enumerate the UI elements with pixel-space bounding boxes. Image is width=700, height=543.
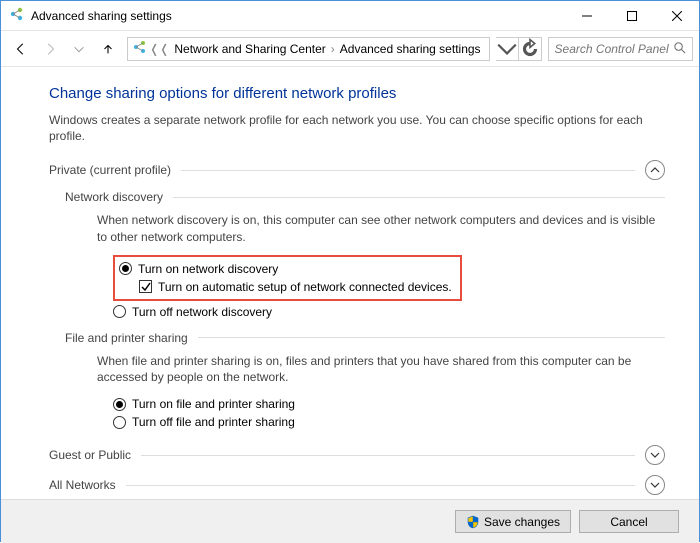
radio-label: Turn on network discovery: [138, 260, 278, 278]
cancel-button[interactable]: Cancel: [579, 510, 679, 533]
search-input[interactable]: [555, 42, 669, 56]
highlight-annotation: Turn on network discovery Turn on automa…: [113, 255, 462, 301]
subsection-file-printer-sharing: File and printer sharing: [49, 331, 665, 345]
footer: Save changes Cancel: [1, 499, 699, 543]
network-sharing-icon: [9, 6, 25, 25]
checkbox-label: Turn on automatic setup of network conne…: [158, 278, 452, 296]
uac-shield-icon: [466, 515, 480, 529]
radio-icon[interactable]: [113, 305, 126, 318]
breadcrumb-item[interactable]: Network and Sharing Center: [170, 42, 329, 56]
search-box[interactable]: [548, 37, 693, 61]
expand-icon[interactable]: [645, 445, 665, 465]
address-bar[interactable]: ❬❬ Network and Sharing Center › Advanced…: [127, 37, 489, 61]
radio-label: Turn off network discovery: [132, 303, 272, 321]
expand-icon[interactable]: [645, 475, 665, 495]
page-description: Windows creates a separate network profi…: [49, 112, 665, 144]
radio-icon[interactable]: [113, 398, 126, 411]
radio-label: Turn on file and printer sharing: [132, 395, 295, 413]
recent-locations-button[interactable]: [65, 36, 92, 62]
button-label: Save changes: [484, 515, 560, 529]
maximize-button[interactable]: [609, 1, 654, 30]
subsection-label: Network discovery: [65, 190, 163, 204]
page-heading: Change sharing options for different net…: [49, 85, 665, 102]
section-guest-public-header[interactable]: Guest or Public: [49, 445, 665, 465]
section-label: Guest or Public: [49, 448, 131, 462]
minimize-button[interactable]: [564, 1, 609, 30]
network-discovery-description: When network discovery is on, this compu…: [49, 212, 665, 244]
radio-label: Turn off file and printer sharing: [132, 413, 295, 431]
file-printer-description: When file and printer sharing is on, fil…: [49, 353, 665, 385]
breadcrumb-separator: ❬❬: [148, 42, 170, 56]
subsection-label: File and printer sharing: [65, 331, 188, 345]
radio-icon[interactable]: [113, 416, 126, 429]
refresh-button[interactable]: [519, 38, 541, 60]
radio-turn-on-file-printer-sharing[interactable]: Turn on file and printer sharing: [113, 395, 665, 413]
forward-button: [36, 36, 63, 62]
network-sharing-icon: [132, 39, 148, 58]
radio-turn-on-network-discovery[interactable]: Turn on network discovery: [119, 260, 452, 278]
titlebar: Advanced sharing settings: [1, 1, 699, 31]
up-button[interactable]: [94, 36, 121, 62]
radio-turn-off-file-printer-sharing[interactable]: Turn off file and printer sharing: [113, 413, 665, 431]
close-button[interactable]: [654, 1, 699, 30]
back-button[interactable]: [7, 36, 34, 62]
checkbox-icon[interactable]: [139, 280, 152, 293]
address-history-button[interactable]: [496, 38, 518, 60]
search-icon[interactable]: [673, 41, 686, 57]
content-area: Change sharing options for different net…: [1, 67, 699, 499]
radio-turn-off-network-discovery[interactable]: Turn off network discovery: [113, 303, 665, 321]
section-label: All Networks: [49, 478, 116, 492]
breadcrumb-item[interactable]: Advanced sharing settings: [336, 42, 485, 56]
window-title: Advanced sharing settings: [31, 9, 172, 23]
section-private-header[interactable]: Private (current profile): [49, 160, 665, 180]
section-all-networks-header[interactable]: All Networks: [49, 475, 665, 495]
collapse-icon[interactable]: [645, 160, 665, 180]
section-label: Private (current profile): [49, 163, 171, 177]
navbar: ❬❬ Network and Sharing Center › Advanced…: [1, 31, 699, 67]
subsection-network-discovery: Network discovery: [49, 190, 665, 204]
save-changes-button[interactable]: Save changes: [455, 510, 571, 533]
checkbox-auto-setup[interactable]: Turn on automatic setup of network conne…: [119, 278, 452, 296]
radio-icon[interactable]: [119, 262, 132, 275]
